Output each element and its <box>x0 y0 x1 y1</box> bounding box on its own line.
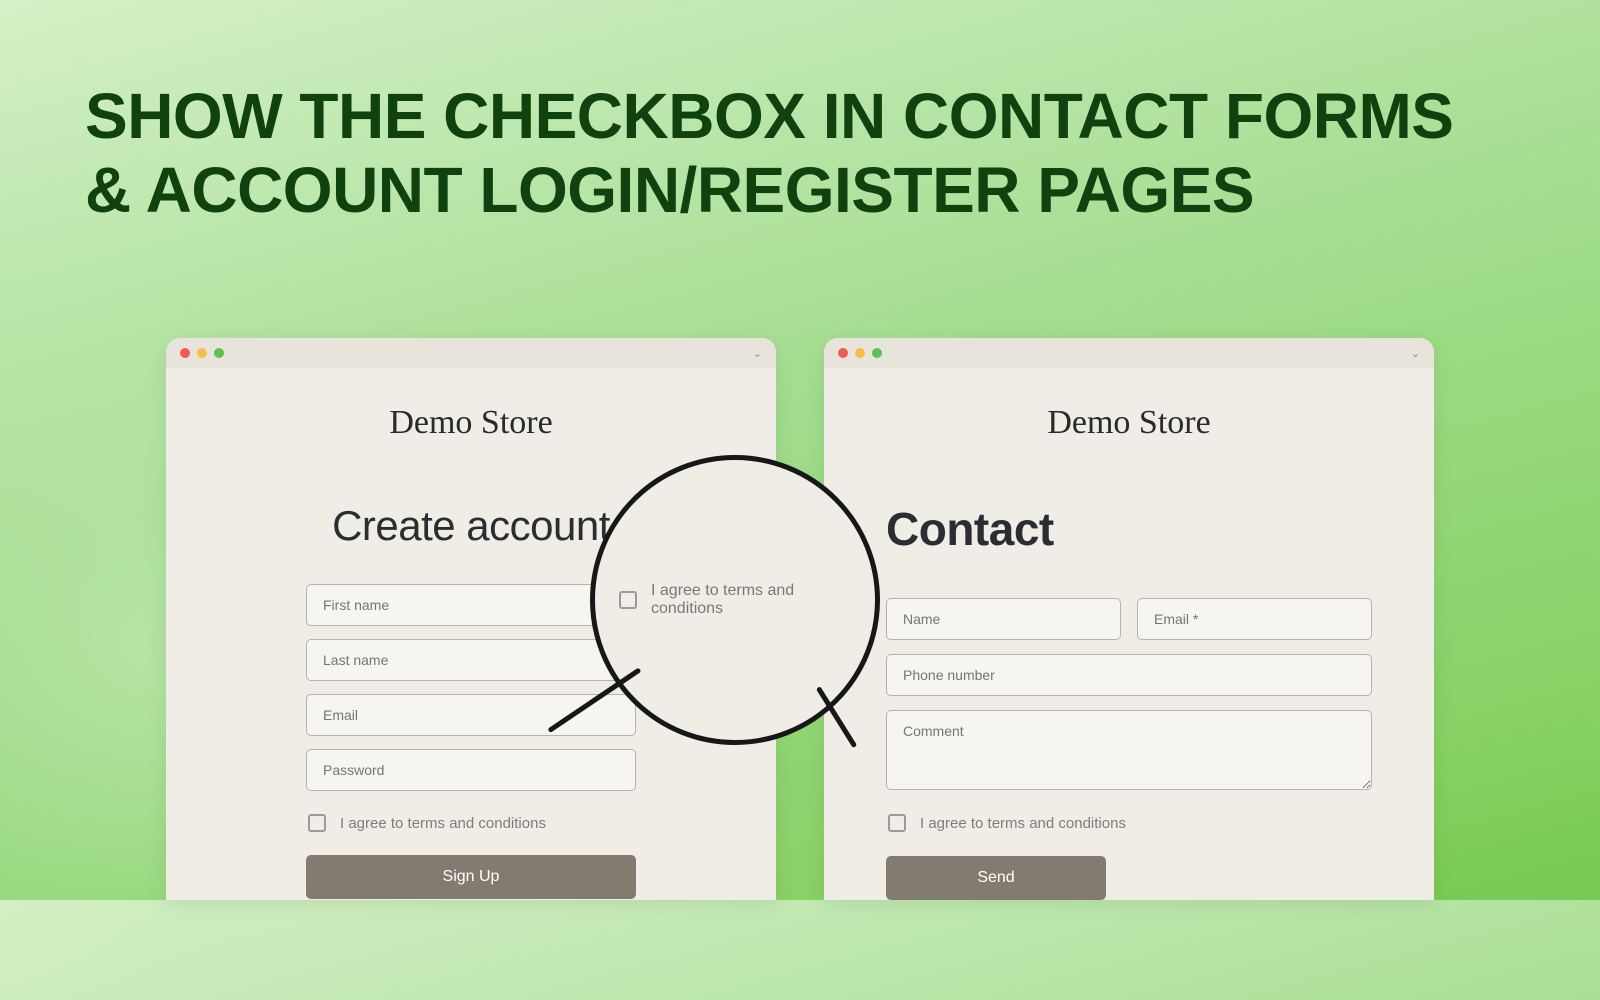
store-name: Demo Store <box>824 368 1434 452</box>
send-button[interactable]: Send <box>886 856 1106 900</box>
signup-button[interactable]: Sign Up <box>306 855 636 899</box>
store-name: Demo Store <box>166 368 776 452</box>
terms-checkbox[interactable] <box>888 814 906 832</box>
last-name-input[interactable] <box>306 639 636 681</box>
phone-input[interactable] <box>886 654 1372 696</box>
first-name-input[interactable] <box>306 584 636 626</box>
name-input[interactable] <box>886 598 1121 640</box>
chevron-down-icon[interactable]: ⌄ <box>753 347 762 360</box>
page-title: SHOW THE CHECKBOX IN CONTACT FORMS & ACC… <box>85 80 1515 227</box>
window-titlebar: ⌄ <box>166 338 776 368</box>
terms-label: I agree to terms and conditions <box>340 815 546 832</box>
email-input[interactable] <box>1137 598 1372 640</box>
minimize-icon[interactable] <box>197 348 207 358</box>
form-heading: Create account <box>226 502 716 550</box>
contact-window: ⌄ Demo Store Contact I agree to terms an… <box>824 338 1434 900</box>
comment-input[interactable] <box>886 710 1372 790</box>
form-heading: Contact <box>886 502 1372 556</box>
password-input[interactable] <box>306 749 636 791</box>
minimize-icon[interactable] <box>855 348 865 358</box>
close-icon[interactable] <box>838 348 848 358</box>
chevron-down-icon[interactable]: ⌄ <box>1411 347 1420 360</box>
maximize-icon[interactable] <box>214 348 224 358</box>
terms-label: I agree to terms and conditions <box>920 815 1126 832</box>
email-input[interactable] <box>306 694 636 736</box>
terms-checkbox[interactable] <box>308 814 326 832</box>
close-icon[interactable] <box>180 348 190 358</box>
window-titlebar: ⌄ <box>824 338 1434 368</box>
signup-window: ⌄ Demo Store Create account I agree to t… <box>166 338 776 900</box>
maximize-icon[interactable] <box>872 348 882 358</box>
